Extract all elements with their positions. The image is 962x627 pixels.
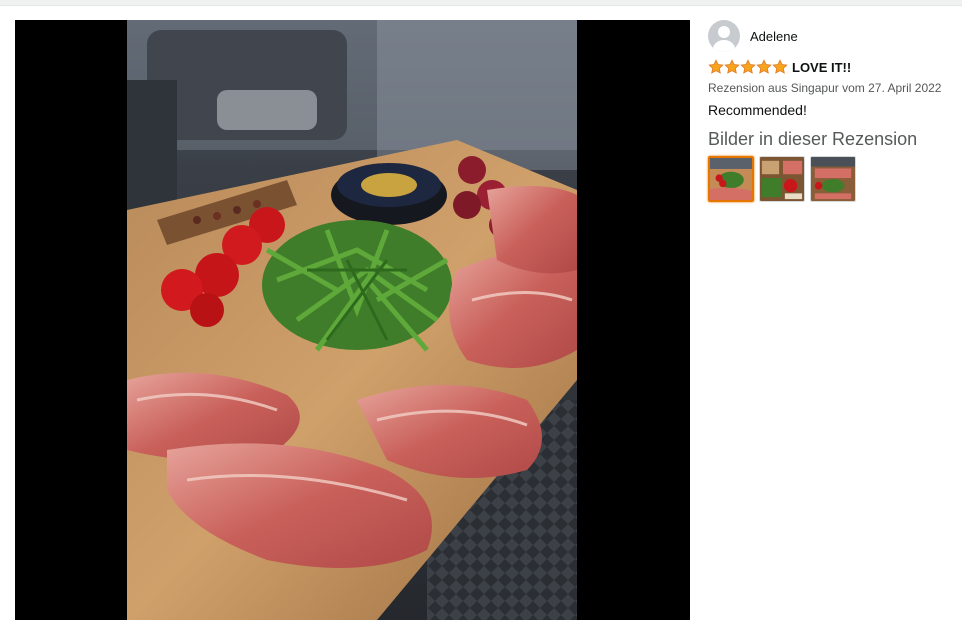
images-heading: Bilder in dieser Rezension [708,129,918,149]
star-rating[interactable] [708,59,788,75]
review-photo[interactable] [127,20,577,620]
thumbnail-strip [708,156,958,202]
star-icon [708,59,724,74]
thumbnail-3[interactable] [810,156,856,202]
star-icon [740,59,756,74]
image-viewer[interactable] [15,20,690,620]
review-body: Recommended! [708,102,807,118]
reviewer-name[interactable]: Adelene [750,29,798,44]
top-border [0,0,962,6]
star-icon [772,59,788,74]
reviewer-profile[interactable]: Adelene [708,20,958,52]
default-avatar-icon [708,20,740,52]
star-icon [756,59,772,74]
review-sidebar: Adelene LOVE IT!! Rezension aus Singapur… [708,20,958,202]
review-date: Rezension aus Singapur vom 27. April 202… [708,81,942,95]
thumbnail-2[interactable] [759,156,805,202]
star-icon [724,59,740,74]
thumbnail-1[interactable] [708,156,754,202]
review-title[interactable]: LOVE IT!! [792,60,851,75]
rating-line: LOVE IT!! [708,58,958,76]
